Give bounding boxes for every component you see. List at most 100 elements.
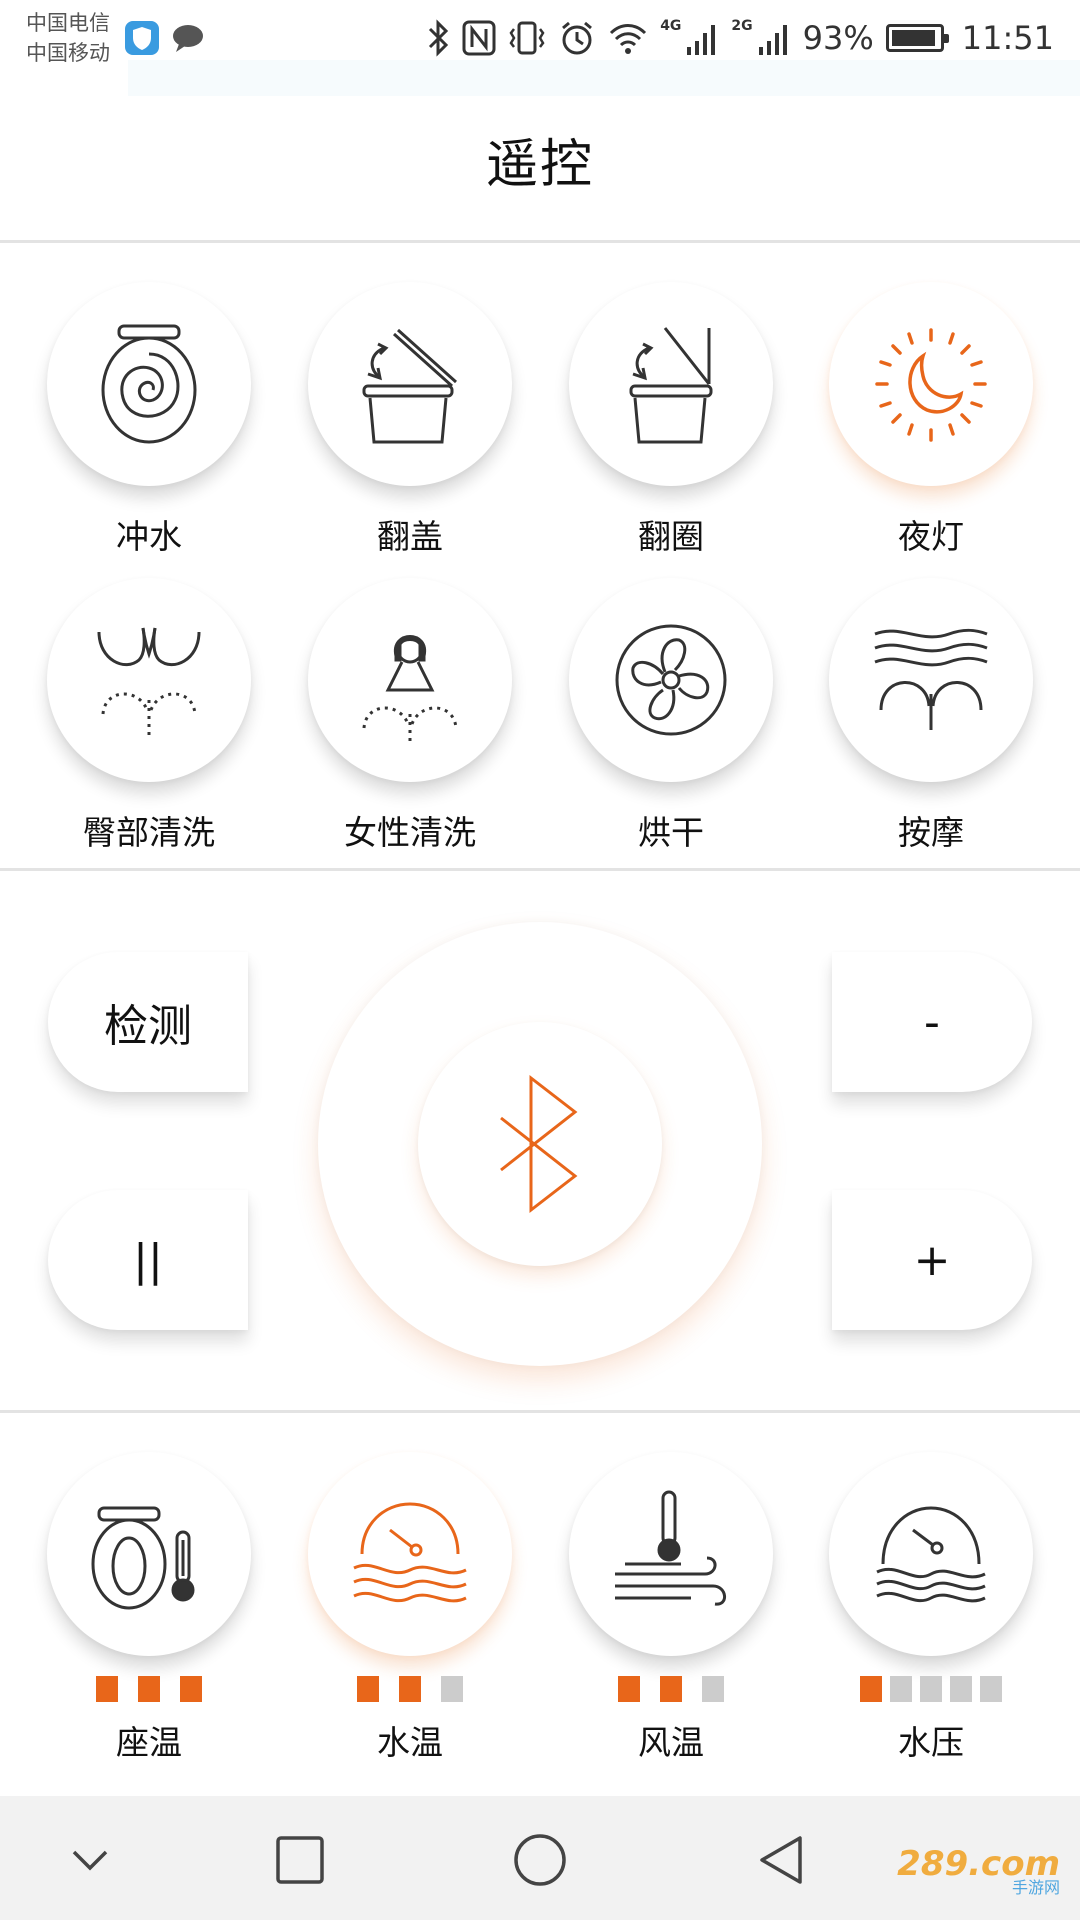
pause-button[interactable]: ||: [48, 1190, 248, 1330]
flush-button[interactable]: 冲水: [44, 282, 254, 558]
water-temp-label: 水温: [377, 1723, 443, 1762]
air-temp-icon: [615, 1490, 726, 1606]
water-pressure-circle[interactable]: [829, 1452, 1033, 1656]
minus-button[interactable]: -: [832, 952, 1032, 1092]
water-pressure-button[interactable]: 水压: [826, 1452, 1036, 1764]
carrier-2: 中国移动: [26, 41, 110, 65]
shield-app-icon: [125, 21, 159, 55]
toilet-flush-icon: [101, 324, 197, 444]
wifi-icon: [610, 24, 647, 54]
flush-circle[interactable]: [47, 282, 251, 486]
back-triangle-icon: [760, 1836, 802, 1884]
seat-flip-circle[interactable]: [569, 282, 773, 486]
massage-button[interactable]: 按摩: [826, 578, 1036, 854]
night-light-button[interactable]: 夜灯: [826, 282, 1036, 558]
massage-circle[interactable]: [829, 578, 1033, 782]
battery-fill: [891, 30, 935, 46]
water-pressure-icon: [876, 1506, 986, 1603]
carriers: 中国电信 中国移动: [26, 8, 110, 68]
signal-4g-icon: [687, 25, 716, 55]
status-tint: [128, 60, 1080, 96]
level-dot: [441, 1676, 463, 1702]
air-temp-circle[interactable]: [569, 1452, 773, 1656]
dry-circle[interactable]: [569, 578, 773, 782]
level-dot: [96, 1676, 118, 1702]
flush-label: 冲水: [116, 517, 182, 556]
bluetooth-icon: [429, 19, 449, 57]
lid-flip-circle[interactable]: [308, 282, 512, 486]
seat-flip-icon: [629, 327, 713, 444]
level-dot: [980, 1676, 1002, 1702]
night-light-icon: [875, 328, 987, 442]
level-dot: [138, 1676, 160, 1702]
chat-app-icon: [173, 25, 203, 52]
page-title: 遥控: [485, 135, 594, 195]
status-bar: 中国电信 中国移动 4G 2G 93% 11:51: [0, 0, 1080, 96]
back-button[interactable]: [746, 1824, 818, 1896]
rear-wash-circle[interactable]: [47, 578, 251, 782]
massage-icon: [874, 628, 988, 730]
seat-temp-icon: [91, 1506, 195, 1610]
collapse-chevron-icon: [72, 1850, 108, 1871]
bluetooth-icon: [500, 1074, 578, 1214]
header-divider: [0, 240, 1080, 243]
female-wash-circle[interactable]: [308, 578, 512, 782]
level-dot: [660, 1676, 682, 1702]
vibrate-icon: [509, 21, 545, 55]
status-icons: 4G 2G 93% 11:51: [426, 14, 1054, 62]
battery-percent: 93%: [802, 19, 874, 57]
seat-temp-button[interactable]: 座温: [44, 1452, 254, 1764]
water-temp-button[interactable]: 水温: [305, 1452, 515, 1764]
level-dot: [702, 1676, 724, 1702]
water-temp-icon: [353, 1502, 467, 1603]
recents-button[interactable]: [264, 1824, 336, 1896]
level-dot: [399, 1676, 421, 1702]
lid-flip-label: 翻盖: [377, 517, 443, 556]
water-pressure-label: 水压: [898, 1723, 964, 1762]
rear-wash-icon: [97, 627, 201, 740]
seat-temp-level: [44, 1676, 254, 1702]
fan-dry-icon: [615, 624, 727, 736]
dry-button[interactable]: 烘干: [566, 578, 776, 854]
female-wash-button[interactable]: 女性清洗: [305, 578, 515, 854]
level-dot: [950, 1676, 972, 1702]
net-4g: 4G: [660, 18, 682, 34]
massage-label: 按摩: [898, 813, 964, 852]
female-wash-icon: [362, 635, 458, 744]
water-temp-level: [305, 1676, 515, 1702]
home-button[interactable]: [504, 1824, 576, 1896]
battery-icon: [885, 24, 949, 52]
level-dot: [890, 1676, 912, 1702]
level-dot: [180, 1676, 202, 1702]
navigation-bar: 289.com 手游网: [0, 1796, 1080, 1920]
lid-flip-icon: [362, 328, 458, 444]
seat-temp-label: 座温: [116, 1723, 182, 1762]
female-wash-label: 女性清洗: [344, 813, 476, 852]
carrier-1: 中国电信: [26, 11, 110, 35]
recents-square-icon: [276, 1836, 324, 1884]
seat-temp-circle[interactable]: [47, 1452, 251, 1656]
seat-flip-label: 翻圈: [638, 517, 704, 556]
lid-flip-button[interactable]: 翻盖: [305, 282, 515, 558]
plus-button[interactable]: +: [832, 1190, 1032, 1330]
clock: 11:51: [961, 19, 1054, 57]
level-dot: [920, 1676, 942, 1702]
detect-button[interactable]: 检测: [48, 952, 248, 1092]
net-2g: 2G: [731, 18, 753, 34]
dry-label: 烘干: [638, 813, 704, 852]
bluetooth-button[interactable]: [418, 1022, 662, 1266]
collapse-button[interactable]: [54, 1824, 126, 1896]
night-light-circle[interactable]: [829, 282, 1033, 486]
functions-divider: [0, 868, 1080, 871]
air-temp-button[interactable]: 风温: [566, 1452, 776, 1764]
controls-divider: [0, 1410, 1080, 1413]
level-dot: [860, 1676, 882, 1702]
water-temp-circle[interactable]: [308, 1452, 512, 1656]
air-temp-label: 风温: [638, 1723, 704, 1762]
air-temp-level: [566, 1676, 776, 1702]
seat-flip-button[interactable]: 翻圈: [566, 282, 776, 558]
rear-wash-button[interactable]: 臀部清洗: [44, 578, 254, 854]
rear-wash-label: 臀部清洗: [83, 813, 215, 852]
alarm-icon: [562, 21, 593, 55]
level-dot: [618, 1676, 640, 1702]
